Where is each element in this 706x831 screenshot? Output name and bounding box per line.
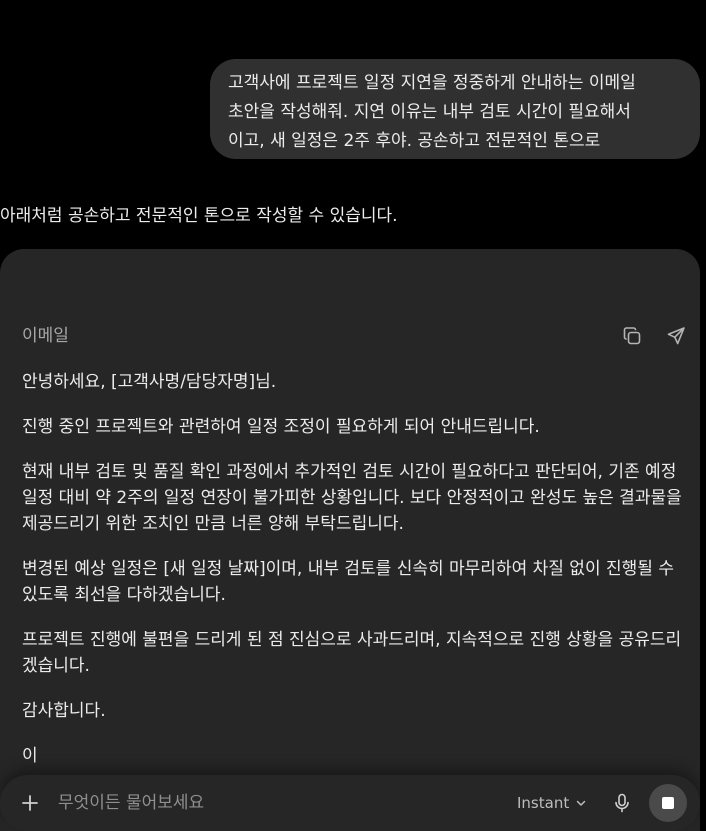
email-greeting: 안녕하세요, [고객사명/담당자명]님. [22, 372, 277, 392]
email-closing: 감사합니다. [22, 701, 106, 721]
model-selector[interactable]: Instant [517, 791, 587, 815]
copy-icon[interactable] [619, 323, 645, 349]
message-input[interactable] [58, 789, 478, 817]
stop-button[interactable] [649, 784, 687, 822]
microphone-icon[interactable] [610, 791, 634, 815]
chevron-down-icon [576, 800, 586, 806]
email-paragraph: 프로젝트 진행에 불편을 드리게 된 점 진심으로 사과드리며, 지속적으로 진… [22, 630, 682, 676]
chat-page: 고객사에 프로젝트 일정 지연을 정중하게 안내하는 이메일 초안을 작성해줘.… [0, 0, 706, 831]
plus-icon[interactable] [17, 790, 43, 816]
send-icon[interactable] [663, 323, 689, 349]
model-selector-label: Instant [517, 794, 570, 812]
user-message-bubble: 고객사에 프로젝트 일정 지연을 정중하게 안내하는 이메일 초안을 작성해줘.… [210, 59, 700, 159]
stop-icon [662, 797, 674, 809]
email-paragraph: 진행 중인 프로젝트와 관련하여 일정 조정이 필요하게 되어 안내드립니다. [22, 417, 540, 437]
email-paragraph: 현재 내부 검토 및 품질 확인 과정에서 추가적인 검토 시간이 필요하다고 … [22, 462, 682, 534]
email-signature-partial: 이 [22, 746, 38, 766]
email-card-label: 이메일 [22, 326, 69, 346]
assistant-intro-text: 아래처럼 공손하고 전문적인 톤으로 작성할 수 있습니다. [0, 206, 398, 226]
email-body: 안녕하세요, [고객사명/담당자명]님. 진행 중인 프로젝트와 관련하여 일정… [22, 369, 694, 788]
email-paragraph: 변경된 예상 일정은 [새 일정 날짜]이며, 내부 검토를 신속히 마무리하여… [22, 559, 674, 605]
email-draft-card: 이메일 안녕하세요, [고객사명/담당자명]님. 진행 중인 프로젝트와 관련하… [0, 249, 700, 831]
chat-composer: Instant [0, 775, 700, 831]
email-card-header: 이메일 [22, 323, 700, 351]
